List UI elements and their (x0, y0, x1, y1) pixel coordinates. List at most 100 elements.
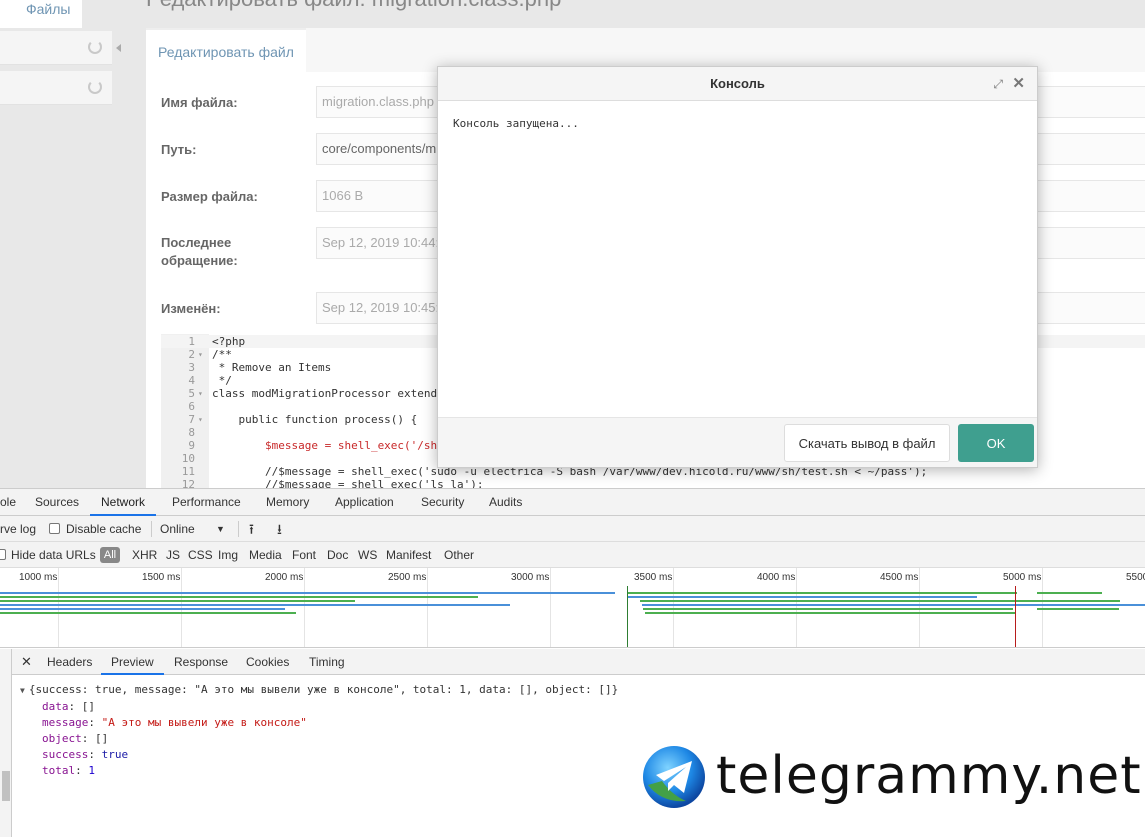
tree-row[interactable] (0, 31, 112, 65)
json-summary[interactable]: ▼ {success: true, message: "А это мы выве… (20, 682, 618, 699)
fold-icon[interactable]: ▾ (198, 387, 203, 400)
tab-preview[interactable]: Preview (101, 649, 164, 675)
request-bar (627, 592, 1017, 594)
download-output-button[interactable]: Скачать вывод в файл (784, 424, 950, 462)
disable-cache-checkbox[interactable] (49, 523, 60, 534)
filter-media[interactable]: Media (249, 542, 282, 568)
tab-edit-file[interactable]: Редактировать файл (146, 28, 306, 72)
tab-network[interactable]: Network (90, 489, 157, 516)
line-number: 1 (188, 335, 195, 348)
filter-font[interactable]: Font (292, 542, 316, 568)
request-bar (642, 604, 1145, 606)
tab-application[interactable]: Application (335, 489, 394, 516)
line-number: 9 (188, 439, 195, 452)
request-bar (0, 600, 355, 602)
json-prop: total: 1 (42, 764, 95, 777)
tab-sources[interactable]: Sources (35, 489, 79, 516)
timeline-label: 4500 ms (880, 572, 919, 583)
grid-line (427, 568, 428, 647)
throttle-select[interactable]: Online (160, 516, 195, 542)
triangle-down-icon[interactable]: ▼ (20, 686, 25, 695)
network-timeline[interactable]: 1000 ms 1500 ms 2000 ms 2500 ms 3000 ms … (0, 568, 1145, 648)
line-number: 2 (188, 348, 195, 361)
divider (238, 521, 239, 537)
field-label: Путь: (161, 142, 197, 157)
console-output: Консоль запущена... (453, 117, 579, 130)
request-bar (640, 600, 1120, 602)
tab-timing[interactable]: Timing (309, 649, 345, 675)
line-number: 10 (181, 452, 195, 465)
code-text: class modMigrationProcessor extends (212, 387, 444, 400)
request-bar (1037, 592, 1102, 594)
files-tab[interactable]: Файлы (0, 0, 82, 28)
request-bar (0, 604, 510, 606)
ok-button[interactable]: OK (958, 424, 1034, 462)
telegram-logo-icon (643, 746, 705, 808)
tab-headers[interactable]: Headers (47, 649, 92, 675)
divider (151, 521, 152, 537)
json-preview: ▼ {success: true, message: "А это мы выве… (20, 682, 618, 779)
close-icon[interactable]: ✕ (1012, 76, 1025, 91)
tab-console[interactable]: ole (0, 489, 16, 516)
grid-line (304, 568, 305, 647)
page-title: Редактировать файл: migration.class.php (146, 0, 561, 12)
tab-performance[interactable]: Performance (172, 489, 241, 516)
json-prop: success: true (42, 748, 129, 761)
json-prop: data: [] (42, 700, 95, 713)
collapse-arrow-icon[interactable] (116, 44, 121, 52)
filter-css[interactable]: CSS (188, 542, 213, 568)
timeline-label: 5500 (1126, 572, 1145, 583)
filter-img[interactable]: Img (218, 542, 238, 568)
request-bar (645, 612, 1015, 614)
fold-icon[interactable]: ▾ (198, 348, 203, 361)
request-detail-tabs: ✕ Headers Preview Response Cookies Timin… (0, 649, 1145, 675)
fold-icon[interactable]: ▾ (198, 413, 203, 426)
tab-audits[interactable]: Audits (489, 489, 522, 516)
request-bar (1037, 608, 1119, 610)
request-list-column (0, 649, 12, 837)
line-number: 6 (188, 400, 195, 413)
tab-memory[interactable]: Memory (266, 489, 309, 516)
dialog-header: Консоль ⤢ ✕ (438, 67, 1037, 101)
refresh-icon[interactable] (88, 80, 102, 94)
code-text: $message = shell_exec('/sh/ (212, 439, 444, 452)
hide-data-urls-checkbox[interactable] (0, 549, 6, 560)
hide-data-urls-label[interactable]: Hide data URLs (11, 542, 96, 568)
tree-row[interactable] (0, 71, 112, 105)
tab-cookies[interactable]: Cookies (246, 649, 289, 675)
download-icon[interactable]: ⭳ (277, 516, 282, 542)
field-label: Изменён: (161, 301, 221, 316)
grid-line (550, 568, 551, 647)
field-label: Размер файла: (161, 189, 258, 204)
upload-icon[interactable]: ⭱ (249, 516, 254, 542)
line-number: 8 (188, 426, 195, 439)
disable-cache-label[interactable]: Disable cache (66, 516, 141, 542)
console-dialog: Консоль ⤢ ✕ Консоль запущена... Скачать … (437, 66, 1038, 468)
timeline-label: 2500 ms (388, 572, 427, 583)
request-bar (0, 608, 285, 610)
request-bar (643, 608, 1013, 610)
expand-icon[interactable]: ⤢ (993, 78, 1003, 90)
network-toolbar: rve log Disable cache Online ▼ ⭱ ⭳ (0, 516, 1145, 542)
filter-ws[interactable]: WS (358, 542, 377, 568)
close-icon[interactable]: ✕ (21, 649, 32, 675)
filter-manifest[interactable]: Manifest (386, 542, 431, 568)
refresh-icon[interactable] (88, 40, 102, 54)
chevron-down-icon[interactable]: ▼ (216, 516, 225, 542)
filter-xhr[interactable]: XHR (132, 542, 157, 568)
code-text: * Remove an Items (212, 361, 332, 374)
scrollbar-thumb[interactable] (2, 771, 10, 801)
timeline-label: 5000 ms (1003, 572, 1042, 583)
filter-all[interactable]: All (100, 547, 120, 563)
filter-js[interactable]: JS (166, 542, 180, 568)
timeline-label: 2000 ms (265, 572, 304, 583)
tab-response[interactable]: Response (174, 649, 228, 675)
line-number: 3 (188, 361, 195, 374)
filter-other[interactable]: Other (444, 542, 474, 568)
request-bar (0, 612, 296, 614)
line-number: 11 (181, 465, 195, 478)
timeline-label: 3000 ms (511, 572, 550, 583)
filter-doc[interactable]: Doc (327, 542, 348, 568)
tab-security[interactable]: Security (421, 489, 464, 516)
preserve-log-label[interactable]: rve log (0, 516, 36, 542)
